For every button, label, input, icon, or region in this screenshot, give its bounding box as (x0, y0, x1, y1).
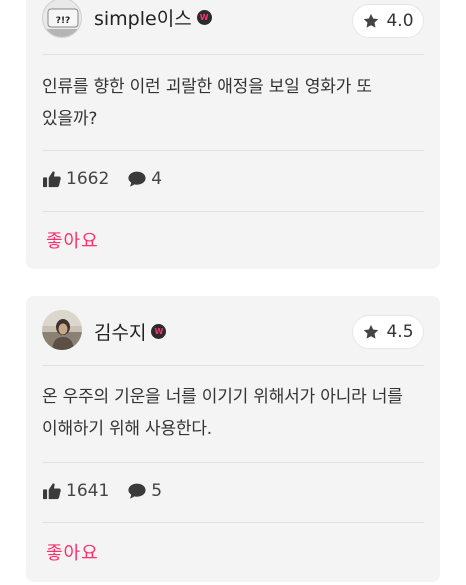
thumbs-up-icon (43, 483, 61, 500)
username[interactable]: 김수지 (94, 318, 167, 345)
username-text[interactable]: 김수지 (94, 318, 146, 345)
star-icon (364, 13, 379, 28)
speech-bubble-icon (128, 483, 146, 499)
comments-value: 5 (151, 481, 163, 501)
likes-count: 1662 (42, 169, 109, 189)
divider (42, 54, 424, 55)
svg-text:?!?: ?!? (56, 16, 71, 26)
divider (42, 365, 424, 366)
avatar[interactable]: ?!? (42, 0, 82, 38)
divider (42, 211, 424, 212)
rating-badge: 4.0 (352, 4, 424, 38)
divider (42, 522, 424, 523)
likes-value: 1641 (66, 481, 110, 501)
review-header: ?!? simple이스 4.0 (42, 0, 424, 46)
verified-badge-icon (196, 10, 212, 25)
review-header: 김수지 4.5 (42, 308, 424, 364)
avatar-image (42, 310, 82, 350)
verified-badge-icon (151, 324, 167, 339)
review-stats: 1641 5 (42, 481, 180, 501)
review-card: 김수지 4.5 온 우주의 기운을 너를 이기기 위해서가 아니라 너를 이해하… (26, 296, 440, 582)
username[interactable]: simple이스 (94, 4, 212, 31)
avatar-image: ?!? (43, 0, 81, 37)
rating-value: 4.0 (386, 11, 414, 31)
thumbs-up-icon (43, 171, 61, 188)
review-text[interactable]: 인류를 향한 이런 괴랄한 애정을 보일 영화가 또 있을까? (42, 71, 422, 135)
comments-value: 4 (151, 169, 163, 189)
speech-bubble-icon (128, 171, 146, 187)
rating-value: 4.5 (386, 322, 414, 342)
star-icon (364, 324, 379, 339)
username-text[interactable]: simple이스 (94, 4, 192, 31)
review-card: ?!? simple이스 4.0 인류를 향한 이런 괴랄한 애정을 보일 영화… (26, 0, 440, 269)
likes-value: 1662 (66, 169, 110, 189)
review-text[interactable]: 온 우주의 기운을 너를 이기기 위해서가 아니라 너를 이해하기 위해 사용한… (42, 381, 422, 445)
rating-badge: 4.5 (352, 315, 424, 349)
divider (42, 150, 424, 151)
avatar[interactable] (42, 310, 82, 350)
like-button[interactable]: 좋아요 (46, 539, 99, 565)
likes-count: 1641 (42, 481, 109, 501)
comments-count: 4 (127, 169, 162, 189)
comments-count: 5 (127, 481, 162, 501)
review-stats: 1662 4 (42, 169, 180, 189)
divider (42, 462, 424, 463)
like-button[interactable]: 좋아요 (46, 227, 99, 253)
